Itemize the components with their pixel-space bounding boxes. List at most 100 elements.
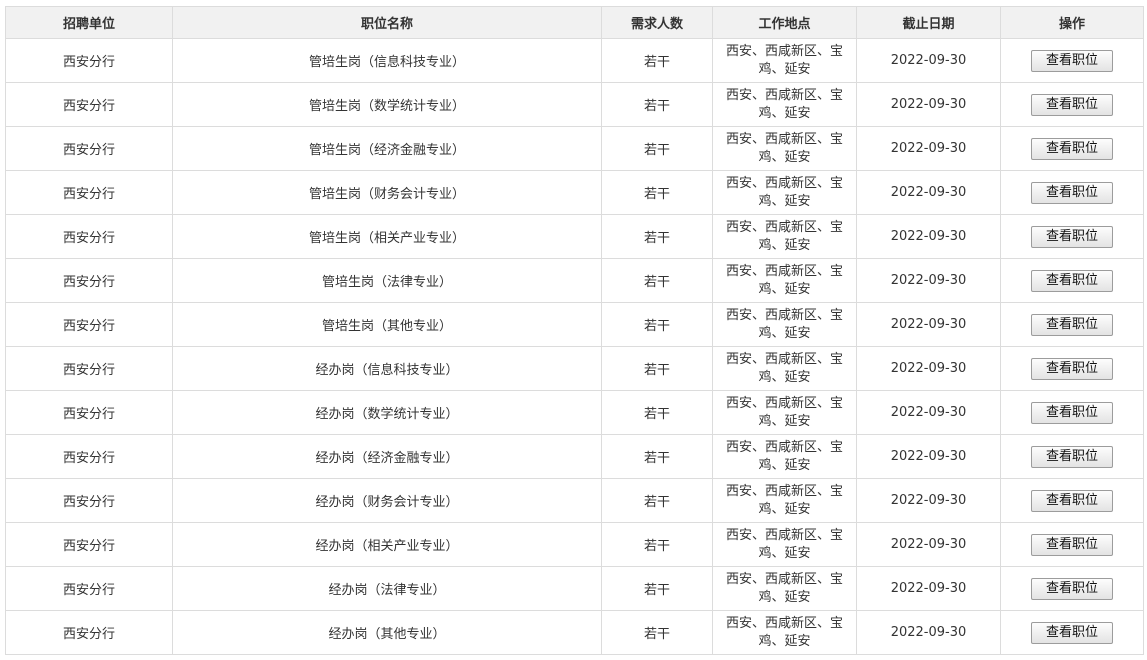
cell-deadline: 2022-09-30 <box>856 390 1001 435</box>
view-position-button[interactable]: 查看职位 <box>1031 533 1113 556</box>
location-text: 西安、西咸新区、宝鸡、延安 <box>725 527 843 561</box>
cell-action: 查看职位 <box>1000 610 1144 655</box>
view-position-button[interactable]: 查看职位 <box>1031 489 1113 512</box>
cell-deadline: 2022-09-30 <box>856 126 1001 171</box>
location-text: 西安、西咸新区、宝鸡、延安 <box>725 351 843 385</box>
cell-action: 查看职位 <box>1000 38 1144 83</box>
cell-location: 西安、西咸新区、宝鸡、延安 <box>712 566 857 611</box>
cell-deadline: 2022-09-30 <box>856 434 1001 479</box>
location-text: 西安、西咸新区、宝鸡、延安 <box>725 483 843 517</box>
view-position-button[interactable]: 查看职位 <box>1031 269 1113 292</box>
view-position-button[interactable]: 查看职位 <box>1031 313 1113 336</box>
cell-unit: 西安分行 <box>5 126 173 171</box>
cell-location: 西安、西咸新区、宝鸡、延安 <box>712 346 857 391</box>
table-row: 西安分行 管培生岗（信息科技专业） 若干 西安、西咸新区、宝鸡、延安 2022-09-3… <box>5 38 1144 83</box>
table-row: 西安分行 管培生岗（其他专业） 若干 西安、西咸新区、宝鸡、延安 2022-09-30 查… <box>5 302 1144 347</box>
cell-position-name: 经办岗（数学统计专业） <box>172 390 602 435</box>
table-row: 西安分行 管培生岗（相关产业专业） 若干 西安、西咸新区、宝鸡、延安 2022-09-3… <box>5 214 1144 259</box>
view-position-button[interactable]: 查看职位 <box>1031 49 1113 72</box>
cell-headcount: 若干 <box>601 38 713 83</box>
table-row: 西安分行 经办岗（法律专业） 若干 西安、西咸新区、宝鸡、延安 2022-09-30 查看… <box>5 566 1144 611</box>
cell-headcount: 若干 <box>601 610 713 655</box>
cell-position-name: 管培生岗（相关产业专业） <box>172 214 602 259</box>
table-row: 西安分行 管培生岗（法律专业） 若干 西安、西咸新区、宝鸡、延安 2022-09-30 查… <box>5 258 1144 303</box>
cell-position-name: 管培生岗（财务会计专业） <box>172 170 602 215</box>
location-text: 西安、西咸新区、宝鸡、延安 <box>725 219 843 253</box>
cell-headcount: 若干 <box>601 258 713 303</box>
cell-unit: 西安分行 <box>5 302 173 347</box>
view-position-button[interactable]: 查看职位 <box>1031 225 1113 248</box>
cell-headcount: 若干 <box>601 390 713 435</box>
cell-headcount: 若干 <box>601 126 713 171</box>
cell-location: 西安、西咸新区、宝鸡、延安 <box>712 170 857 215</box>
location-text: 西安、西咸新区、宝鸡、延安 <box>725 175 843 209</box>
view-position-button[interactable]: 查看职位 <box>1031 621 1113 644</box>
cell-position-name: 经办岗（财务会计专业） <box>172 478 602 523</box>
table-row: 西安分行 管培生岗（数学统计专业） 若干 西安、西咸新区、宝鸡、延安 2022-09-3… <box>5 82 1144 127</box>
cell-action: 查看职位 <box>1000 346 1144 391</box>
cell-location: 西安、西咸新区、宝鸡、延安 <box>712 258 857 303</box>
cell-position-name: 经办岗（信息科技专业） <box>172 346 602 391</box>
view-position-button[interactable]: 查看职位 <box>1031 401 1113 424</box>
cell-unit: 西安分行 <box>5 38 173 83</box>
cell-unit: 西安分行 <box>5 478 173 523</box>
cell-deadline: 2022-09-30 <box>856 170 1001 215</box>
view-position-button[interactable]: 查看职位 <box>1031 137 1113 160</box>
cell-location: 西安、西咸新区、宝鸡、延安 <box>712 390 857 435</box>
cell-action: 查看职位 <box>1000 566 1144 611</box>
view-position-button[interactable]: 查看职位 <box>1031 181 1113 204</box>
cell-headcount: 若干 <box>601 214 713 259</box>
location-text: 西安、西咸新区、宝鸡、延安 <box>725 395 843 429</box>
cell-action: 查看职位 <box>1000 126 1144 171</box>
table-row: 西安分行 经办岗（经济金融专业） 若干 西安、西咸新区、宝鸡、延安 2022-09-30… <box>5 434 1144 479</box>
cell-unit: 西安分行 <box>5 610 173 655</box>
cell-headcount: 若干 <box>601 434 713 479</box>
cell-action: 查看职位 <box>1000 214 1144 259</box>
cell-location: 西安、西咸新区、宝鸡、延安 <box>712 82 857 127</box>
view-position-button[interactable]: 查看职位 <box>1031 445 1113 468</box>
cell-position-name: 经办岗（法律专业） <box>172 566 602 611</box>
cell-headcount: 若干 <box>601 346 713 391</box>
cell-action: 查看职位 <box>1000 390 1144 435</box>
table-row: 西安分行 管培生岗（经济金融专业） 若干 西安、西咸新区、宝鸡、延安 2022-09-3… <box>5 126 1144 171</box>
cell-position-name: 经办岗（其他专业） <box>172 610 602 655</box>
header-deadline: 截止日期 <box>856 6 1001 39</box>
cell-location: 西安、西咸新区、宝鸡、延安 <box>712 126 857 171</box>
view-position-button[interactable]: 查看职位 <box>1031 577 1113 600</box>
table-body: 西安分行 管培生岗（信息科技专业） 若干 西安、西咸新区、宝鸡、延安 2022-09-3… <box>5 38 1144 655</box>
cell-action: 查看职位 <box>1000 170 1144 215</box>
cell-position-name: 管培生岗（数学统计专业） <box>172 82 602 127</box>
cell-action: 查看职位 <box>1000 258 1144 303</box>
cell-action: 查看职位 <box>1000 478 1144 523</box>
cell-unit: 西安分行 <box>5 82 173 127</box>
cell-position-name: 经办岗（经济金融专业） <box>172 434 602 479</box>
cell-headcount: 若干 <box>601 478 713 523</box>
cell-deadline: 2022-09-30 <box>856 478 1001 523</box>
cell-unit: 西安分行 <box>5 522 173 567</box>
header-location: 工作地点 <box>712 6 857 39</box>
view-position-button[interactable]: 查看职位 <box>1031 357 1113 380</box>
location-text: 西安、西咸新区、宝鸡、延安 <box>725 131 843 165</box>
cell-headcount: 若干 <box>601 170 713 215</box>
table-row: 西安分行 经办岗（数学统计专业） 若干 西安、西咸新区、宝鸡、延安 2022-09-30… <box>5 390 1144 435</box>
cell-deadline: 2022-09-30 <box>856 610 1001 655</box>
job-listing-table: 招聘单位 职位名称 需求人数 工作地点 截止日期 操作 西安分行 管培生岗（信息科… <box>5 6 1144 655</box>
table-row: 西安分行 经办岗（信息科技专业） 若干 西安、西咸新区、宝鸡、延安 2022-09-30… <box>5 346 1144 391</box>
cell-position-name: 管培生岗（信息科技专业） <box>172 38 602 83</box>
cell-headcount: 若干 <box>601 566 713 611</box>
cell-location: 西安、西咸新区、宝鸡、延安 <box>712 38 857 83</box>
cell-action: 查看职位 <box>1000 302 1144 347</box>
header-unit: 招聘单位 <box>5 6 173 39</box>
view-position-button[interactable]: 查看职位 <box>1031 93 1113 116</box>
location-text: 西安、西咸新区、宝鸡、延安 <box>725 571 843 605</box>
location-text: 西安、西咸新区、宝鸡、延安 <box>725 263 843 297</box>
cell-deadline: 2022-09-30 <box>856 82 1001 127</box>
table-row: 西安分行 经办岗（其他专业） 若干 西安、西咸新区、宝鸡、延安 2022-09-30 查看… <box>5 610 1144 655</box>
location-text: 西安、西咸新区、宝鸡、延安 <box>725 87 843 121</box>
cell-unit: 西安分行 <box>5 434 173 479</box>
cell-unit: 西安分行 <box>5 170 173 215</box>
table-row: 西安分行 管培生岗（财务会计专业） 若干 西安、西咸新区、宝鸡、延安 2022-09-3… <box>5 170 1144 215</box>
cell-deadline: 2022-09-30 <box>856 38 1001 83</box>
cell-deadline: 2022-09-30 <box>856 522 1001 567</box>
table-row: 西安分行 经办岗（相关产业专业） 若干 西安、西咸新区、宝鸡、延安 2022-09-30… <box>5 522 1144 567</box>
